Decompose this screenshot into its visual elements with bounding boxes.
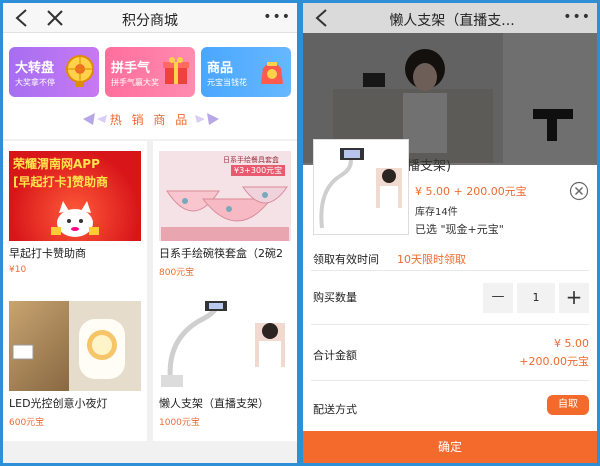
close-circle-icon[interactable] — [569, 181, 589, 201]
product-image: 荣耀渭南网APP [早起打卡]赞助商 — [9, 151, 141, 241]
selected-option: 已选 "现金+元宝" — [415, 223, 504, 236]
feature-banners: 大转盘 大奖拿不停 拼手气 拼手气赢大奖 商品 元宝当钱花 — [9, 47, 291, 99]
partial-product-title: 播支架) — [407, 159, 452, 174]
banner-title: 拼手气 — [111, 61, 151, 76]
product-price: 1000元宝 — [159, 418, 200, 428]
purchase-sheet-screen: 懒人支架（直播支... ••• 播支架) ¥ 5.00 + 200.00元宝 库… — [303, 3, 597, 463]
thumbnail-image — [319, 148, 402, 229]
more-menu-icon[interactable]: ••• — [563, 10, 591, 24]
product-name: 日系手绘碗筷套盒（2碗2 — [159, 247, 283, 260]
banner-title: 大转盘 — [15, 61, 55, 76]
mall-screen: 积分商城 ••• 大转盘 大奖拿不停 拼手气 拼手气赢大奖 商品 元宝当钱花 热… — [3, 3, 297, 463]
night-light-image — [12, 301, 141, 391]
image-caption: 日系手绘餐具套盒 — [223, 156, 279, 164]
quantity-label: 购买数量 — [313, 291, 357, 304]
quantity-input[interactable]: 1 — [517, 283, 555, 313]
hot-products-heading: 热 销 商 品 — [3, 109, 297, 129]
shipping-row: 配送方式 自取 — [311, 381, 589, 429]
product-price: 600元宝 — [9, 418, 45, 428]
image-caption: 荣耀渭南网APP — [13, 157, 100, 171]
product-card[interactable]: LED光控创意小夜灯 600元宝 — [3, 291, 147, 441]
bowls-image — [161, 186, 289, 241]
gift-box-icon — [163, 57, 189, 84]
nav-bar: 懒人支架（直播支... ••• — [303, 3, 597, 33]
more-menu-icon[interactable]: ••• — [263, 10, 291, 24]
total-row: 合计金额 ¥ 5.00 +200.00元宝 — [311, 325, 589, 381]
quantity-row: 购买数量 — 1 + — [311, 271, 589, 325]
sku-thumbnail — [313, 139, 409, 235]
product-image — [9, 301, 141, 391]
product-name: 懒人支架（直播支架） — [159, 397, 269, 410]
sku-stock: 库存14件 — [415, 207, 458, 218]
banner-subtitle: 元宝当钱花 — [207, 78, 247, 87]
product-name: 早起打卡赞助商 — [9, 247, 86, 260]
product-card[interactable]: 日系手绘餐具套盒 ¥3+300元宝 日系手绘碗筷套盒（2碗2 800元宝 — [153, 141, 297, 291]
banner-subtitle: 大奖拿不停 — [15, 78, 55, 87]
back-arrow-icon[interactable] — [313, 8, 331, 28]
page-title: 积分商城 — [122, 13, 178, 29]
product-card[interactable]: 懒人支架（直播支架） 1000元宝 — [153, 291, 297, 441]
cat-mascot-icon — [51, 201, 99, 237]
image-caption: [早起打卡]赞助商 — [13, 175, 108, 189]
banner-title: 商品 — [207, 61, 234, 76]
banner-goods[interactable]: 商品 元宝当钱花 — [201, 47, 291, 97]
quantity-stepper: — 1 + — [483, 283, 589, 313]
total-label: 合计金额 — [313, 349, 357, 362]
banner-lucky-wheel[interactable]: 大转盘 大奖拿不停 — [9, 47, 99, 97]
total-points: +200.00元宝 — [519, 355, 589, 368]
section-title: 热 销 商 品 — [109, 113, 191, 127]
sku-price: ¥ 5.00 + 200.00元宝 — [415, 185, 527, 198]
nav-bar: 积分商城 ••• — [3, 3, 297, 33]
product-card[interactable]: 荣耀渭南网APP [早起打卡]赞助商 早起打卡赞助商 ¥10 — [3, 141, 147, 291]
banner-luck[interactable]: 拼手气 拼手气赢大奖 — [105, 47, 195, 97]
phone-holder-image — [161, 301, 285, 387]
product-image — [159, 301, 291, 391]
total-cash: ¥ 5.00 — [554, 337, 589, 350]
product-image: 日系手绘餐具套盒 ¥3+300元宝 — [159, 151, 291, 241]
decor-right-icon — [195, 113, 219, 125]
product-price: 800元宝 — [159, 268, 195, 278]
validity-row: 领取有效时间 10天限时领取 — [311, 243, 589, 271]
validity-value: 10天限时领取 — [397, 253, 466, 266]
shipping-label: 配送方式 — [313, 403, 357, 416]
decrease-button[interactable]: — — [483, 283, 513, 313]
product-price: ¥10 — [9, 265, 27, 275]
lucky-bag-icon — [261, 62, 283, 84]
validity-label: 领取有效时间 — [313, 253, 379, 266]
increase-button[interactable]: + — [559, 283, 589, 313]
page-title: 懒人支架（直播支... — [389, 13, 515, 29]
wheel-icon — [66, 55, 94, 87]
self-pickup-button[interactable]: 自取 — [547, 395, 589, 415]
product-name: LED光控创意小夜灯 — [9, 397, 108, 410]
banner-subtitle: 拼手气赢大奖 — [111, 78, 159, 87]
confirm-button[interactable]: 确定 — [303, 431, 597, 463]
